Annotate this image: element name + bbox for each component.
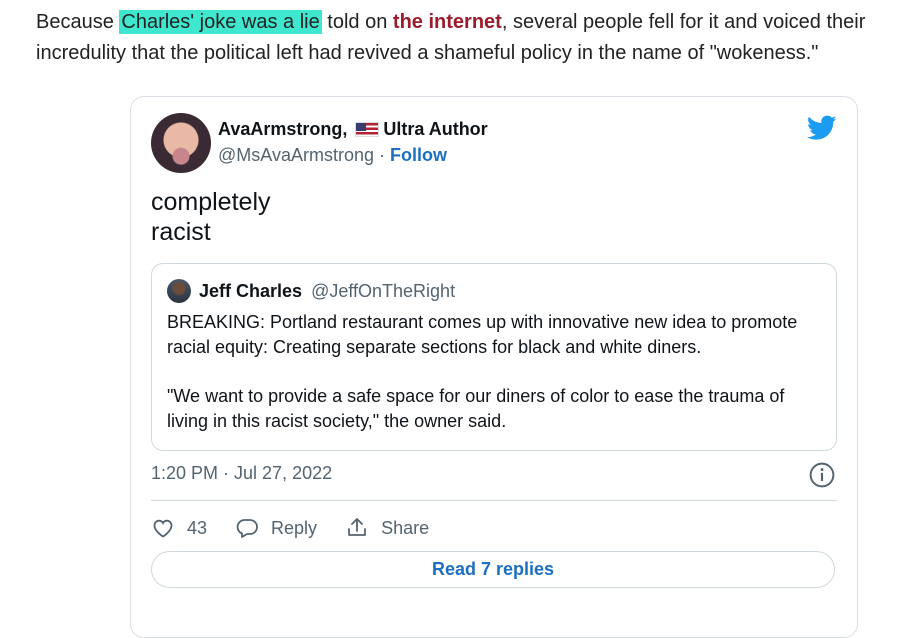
author-handle[interactable]: @MsAvaArmstrong — [218, 145, 374, 165]
article-text: Because Charles' joke was a lie told on … — [36, 7, 916, 69]
info-icon[interactable] — [809, 462, 835, 488]
tweet-text: completely racist — [151, 187, 271, 247]
reply-icon — [236, 519, 258, 538]
author-name-suffix: Ultra Author — [383, 119, 488, 139]
quoted-tweet[interactable]: Jeff Charles @JeffOnTheRight BREAKING: P… — [151, 263, 837, 451]
like-button[interactable]: 43 — [151, 516, 207, 540]
quoted-author-name: Jeff Charles — [199, 281, 303, 301]
reply-button[interactable]: Reply — [235, 516, 317, 540]
share-button[interactable]: Share — [345, 516, 429, 540]
author-display-name: AvaArmstrong, — [218, 119, 348, 139]
quoted-paragraph-2: "We want to provide a safe space for our… — [167, 386, 785, 431]
quoted-author-avatar — [167, 279, 191, 303]
heart-icon — [153, 519, 173, 538]
read-replies-button[interactable]: Read 7 replies — [151, 551, 835, 588]
tweet-text-line2: racist — [151, 218, 211, 246]
us-flag-icon — [355, 122, 380, 137]
author-handle-line: @MsAvaArmstrong · Follow — [218, 145, 447, 166]
highlighted-text: Charles' joke was a lie — [119, 10, 322, 34]
quoted-paragraph-1: BREAKING: Portland restaurant comes up w… — [167, 312, 798, 357]
article-text-prefix: Because — [36, 11, 120, 33]
tweet-actions: 43 Reply Share — [151, 513, 457, 543]
divider — [151, 500, 837, 501]
like-count: 43 — [187, 517, 208, 538]
article-text-line2: incredulity that the political left had … — [36, 42, 819, 64]
tweet-text-line1: completely — [151, 188, 271, 216]
article-text-suffix: , several people fell for it and voiced … — [501, 11, 866, 33]
embedded-tweet: AvaArmstrong, Ultra Author @MsAvaArmstro… — [130, 96, 858, 638]
share-label: Share — [381, 517, 430, 538]
quoted-author-handle: @JeffOnTheRight — [311, 281, 456, 301]
reply-label: Reply — [271, 517, 318, 538]
author-avatar[interactable] — [151, 113, 211, 173]
tweet-timestamp[interactable]: 1:20 PM · Jul 27, 2022 — [151, 463, 332, 484]
quoted-author: Jeff Charles @JeffOnTheRight — [199, 281, 455, 302]
author-name[interactable]: AvaArmstrong, Ultra Author — [218, 119, 488, 140]
article-link[interactable]: the internet — [393, 11, 502, 33]
follow-button[interactable]: Follow — [390, 145, 447, 165]
quoted-tweet-body: BREAKING: Portland restaurant comes up w… — [167, 310, 827, 458]
article-text-middle: told on — [321, 11, 393, 33]
handle-separator: · — [373, 145, 390, 165]
twitter-bird-icon[interactable] — [807, 115, 837, 141]
share-icon — [348, 518, 366, 536]
